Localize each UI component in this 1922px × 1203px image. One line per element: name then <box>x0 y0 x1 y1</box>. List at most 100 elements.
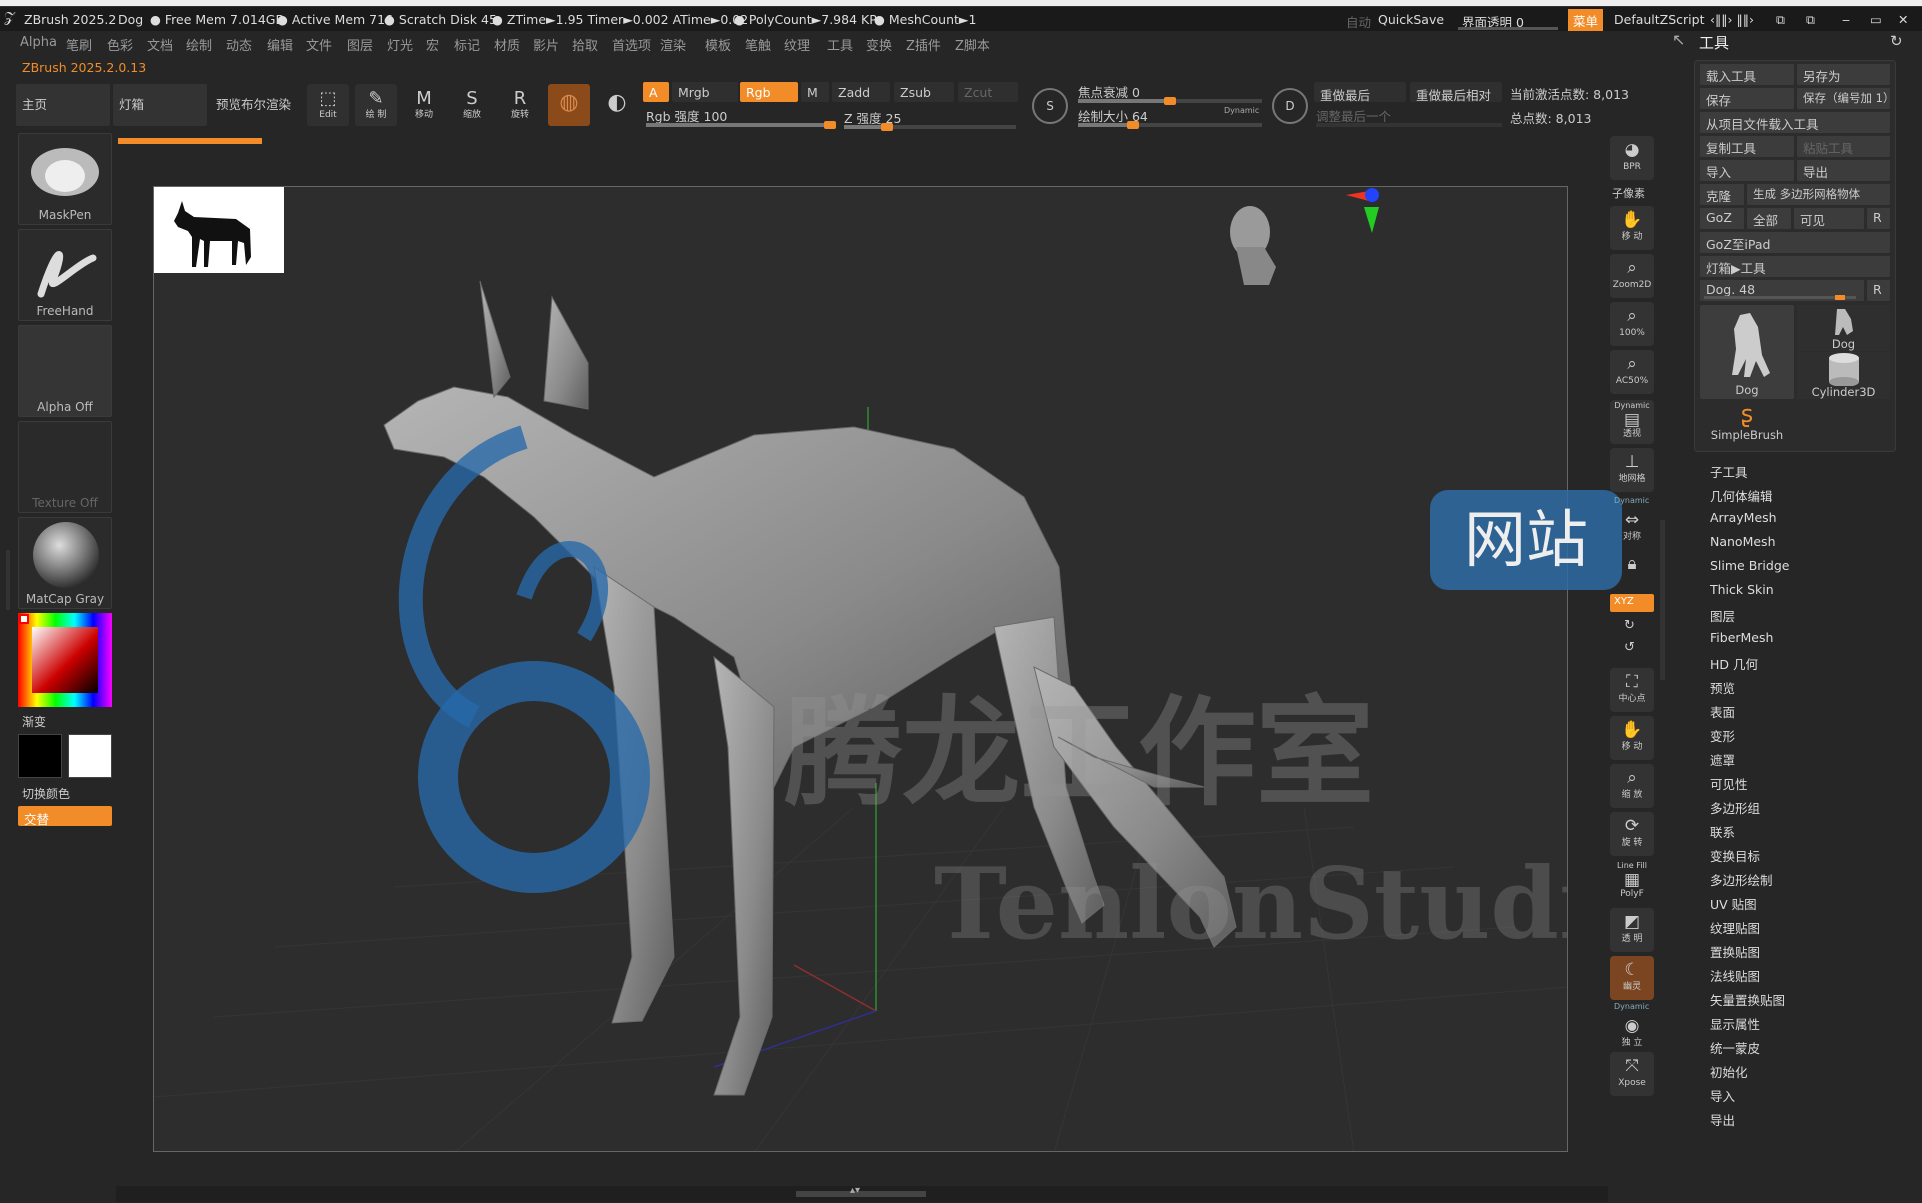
scale-object-button[interactable]: ⌕ 缩 放 <box>1610 764 1654 808</box>
move-view-button[interactable]: ✋ 移 动 <box>1610 206 1654 250</box>
bpr-button[interactable]: ◕ BPR <box>1610 136 1654 180</box>
thumb-dog-main[interactable]: Dog <box>1700 305 1794 399</box>
menu-21[interactable]: 变换 <box>866 35 892 54</box>
menu-7[interactable]: 文件 <box>306 35 332 54</box>
color-square[interactable] <box>32 627 98 693</box>
matcap-tile[interactable]: MatCap Gray <box>18 517 112 609</box>
zcut-button[interactable]: Zcut <box>958 82 1018 102</box>
thumb-dog-small[interactable]: Dog <box>1797 305 1890 351</box>
rotate-object-button[interactable]: ⟳ 旋 转 <box>1610 812 1654 856</box>
menu-23[interactable]: Z脚本 <box>955 35 990 54</box>
lightbox-tools-button[interactable]: 灯箱▶工具 <box>1700 256 1890 277</box>
z-intensity-slider[interactable] <box>844 123 1016 131</box>
polyframe-button[interactable]: Line Fill ▦ PolyF <box>1610 860 1654 904</box>
rgb-button[interactable]: Rgb <box>740 82 798 102</box>
subpalette-item[interactable]: 变形 <box>1710 726 1735 745</box>
main-color-swatch[interactable] <box>18 734 62 778</box>
menu-8[interactable]: 图层 <box>347 35 373 54</box>
right-scrollbar[interactable] <box>1660 520 1665 680</box>
subpalette-item[interactable]: 遮罩 <box>1710 750 1735 769</box>
left-shelf-handle[interactable] <box>6 550 10 610</box>
dog-r-button[interactable]: R <box>1867 280 1890 301</box>
subpalette-item[interactable]: 联系 <box>1710 822 1735 841</box>
subpixel-label[interactable]: 子像素 <box>1612 185 1645 201</box>
thumb-cylinder3d[interactable]: Cylinder3D <box>1797 352 1890 399</box>
save-button[interactable]: 保存 <box>1700 88 1794 109</box>
make-polymesh-button[interactable]: 生成 多边形网格物体 <box>1747 184 1890 205</box>
import-button[interactable]: 导入 <box>1700 160 1794 181</box>
switch-color-button[interactable]: 切换颜色 <box>22 785 70 802</box>
lock-button[interactable]: 🔒︎ <box>1610 550 1654 594</box>
zsub-button[interactable]: Zsub <box>894 82 954 102</box>
subpalette-item[interactable]: 多边形组 <box>1710 798 1760 817</box>
scale-button[interactable]: S 缩放 <box>451 84 493 126</box>
menu-10[interactable]: 宏 <box>426 35 439 54</box>
goz-visible-button[interactable]: 可见 <box>1794 208 1864 229</box>
save-as-button[interactable]: 另存为 <box>1797 64 1890 85</box>
redo-last-relative-button[interactable]: 重做最后相对 <box>1410 82 1502 102</box>
adjust-last-slider[interactable] <box>1316 123 1502 127</box>
secondary-color-swatch[interactable] <box>68 734 112 778</box>
move-button[interactable]: M 移动 <box>403 84 445 126</box>
maskpen-brush-tile[interactable]: MaskPen <box>18 133 112 225</box>
subpalette-item[interactable]: 导出 <box>1710 1110 1735 1129</box>
tab-preview-boolean[interactable]: 预览布尔渲染 <box>210 84 304 126</box>
alpha-tile[interactable]: Alpha Off <box>18 325 112 417</box>
color-picker[interactable] <box>18 613 112 707</box>
subpalette-item[interactable]: NanoMesh <box>1710 534 1776 549</box>
zoom2d-button[interactable]: ⌕ Zoom2D <box>1610 254 1654 298</box>
symmetry-button[interactable]: ⇔ 对称 <box>1610 506 1654 550</box>
window-split-icon[interactable]: ⧉ <box>1806 12 1815 28</box>
load-from-project-button[interactable]: 从项目文件载入工具 <box>1700 112 1890 133</box>
transparency-slider[interactable] <box>1458 27 1558 30</box>
menu-3[interactable]: 文档 <box>147 35 173 54</box>
subpalette-item[interactable]: 置换贴图 <box>1710 942 1760 961</box>
zadd-button[interactable]: Zadd <box>832 82 890 102</box>
dynamic-brush-icon[interactable]: D <box>1272 88 1308 124</box>
subpalette-item[interactable]: ArrayMesh <box>1710 510 1777 525</box>
subpalette-item[interactable]: 初始化 <box>1710 1062 1748 1081</box>
export-button[interactable]: 导出 <box>1797 160 1890 181</box>
perspective-button[interactable]: Dynamic ▤ 透视 <box>1610 400 1654 444</box>
menu-13[interactable]: 影片 <box>533 35 559 54</box>
menu-9[interactable]: 灯光 <box>387 35 413 54</box>
menu-button[interactable]: 菜单 <box>1568 9 1604 32</box>
subpalette-item[interactable]: 可见性 <box>1710 774 1748 793</box>
zoom100-button[interactable]: ⌕ 100% <box>1610 302 1654 346</box>
panel-reset-icon[interactable]: ↻ <box>1890 32 1903 50</box>
ac50-button[interactable]: ⌕ AC50% <box>1610 350 1654 394</box>
subpalette-item[interactable]: HD 几何 <box>1710 654 1758 673</box>
panel-pin-icon[interactable]: ↖ <box>1672 30 1685 49</box>
subpalette-item[interactable]: UV 贴图 <box>1710 894 1757 913</box>
xpose-button[interactable]: ⤧ Xpose <box>1610 1052 1654 1096</box>
freehand-stroke-tile[interactable]: FreeHand <box>18 229 112 321</box>
rgb-intensity-slider[interactable] <box>646 121 836 129</box>
goz-ipad-button[interactable]: GoZ至iPad <box>1700 232 1890 253</box>
subpalette-item[interactable]: 矢量置换贴图 <box>1710 990 1785 1009</box>
focal-shift-slider[interactable] <box>1078 97 1262 105</box>
xyz-button[interactable]: XYZ <box>1610 594 1654 612</box>
subpalette-item[interactable]: 图层 <box>1710 606 1735 625</box>
material-swatch[interactable]: ◍ <box>548 84 590 126</box>
menu-2[interactable]: 色彩 <box>107 35 133 54</box>
subpalette-item[interactable]: 表面 <box>1710 702 1735 721</box>
texture-tile[interactable]: Texture Off <box>18 421 112 513</box>
alternate-button[interactable]: 交替 <box>18 806 112 826</box>
goz-all-button[interactable]: 全部 <box>1747 208 1791 229</box>
minimize-icon[interactable]: ‒ <box>1842 12 1850 27</box>
menu-11[interactable]: 标记 <box>454 35 480 54</box>
menu-14[interactable]: 拾取 <box>572 35 598 54</box>
window-layout-icon[interactable]: ⧉ <box>1776 12 1785 28</box>
menu-16[interactable]: 渲染 <box>660 35 686 54</box>
draw-button[interactable]: ✎ 绘 制 <box>355 84 397 126</box>
floor-grid-button[interactable]: ⊥ 地网格 <box>1610 448 1654 492</box>
load-tool-button[interactable]: 载入工具 <box>1700 64 1794 85</box>
rotate-button[interactable]: R 旋转 <box>499 84 541 126</box>
canvas-viewport[interactable]: 腾龙工作室 TenlonStudio.com <box>153 186 1568 1152</box>
paste-tool-button[interactable]: 粘贴工具 <box>1797 136 1890 157</box>
menu-15[interactable]: 首选项 <box>612 35 651 54</box>
subpalette-item[interactable]: Thick Skin <box>1710 582 1774 597</box>
transparency-button[interactable]: ◩ 透 明 <box>1610 908 1654 952</box>
a-button[interactable]: A <box>643 82 669 102</box>
rotate-y-icon[interactable]: ↻ <box>1624 618 1635 633</box>
